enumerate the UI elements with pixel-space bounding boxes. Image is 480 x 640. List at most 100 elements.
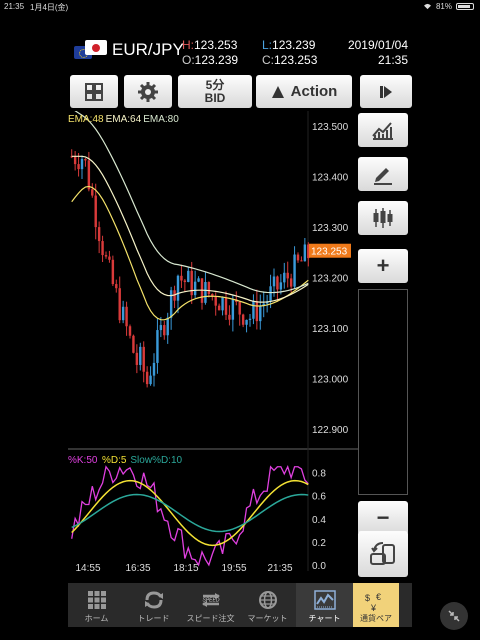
low-label: L: xyxy=(262,38,273,52)
candle-body xyxy=(77,164,80,170)
stoch-tick-label: 0.2 xyxy=(312,538,326,549)
stoch-tick-label: 0.4 xyxy=(312,515,326,526)
bottom-nav: ホーム トレード SPEED スピード注文 マーケット チャート $ € ¥ 通… xyxy=(68,583,412,627)
candle-body xyxy=(269,286,272,302)
candle-body xyxy=(259,306,262,322)
trade-arrows-icon xyxy=(144,591,163,609)
collapse-arrows-icon xyxy=(448,610,460,622)
price-axis: 123.500 123.400 123.300 123.200 123.100 123.0… xyxy=(312,122,349,436)
zoom-out-button[interactable]: − xyxy=(358,501,408,535)
candle-body xyxy=(204,281,207,303)
ema-legend: EMA:48 EMA:64 EMA:80 xyxy=(68,114,179,125)
candle-body xyxy=(142,346,145,372)
open-value: 123.239 xyxy=(194,53,239,67)
zoom-track[interactable] xyxy=(358,289,408,495)
candle-body xyxy=(224,297,228,315)
chart-type-button[interactable] xyxy=(358,201,408,235)
candle-body xyxy=(169,290,173,318)
candle-body xyxy=(132,335,135,353)
time-tick-label: 16:35 xyxy=(125,563,150,571)
currency-pair[interactable]: EUR/JPY xyxy=(74,40,184,60)
stoch-line xyxy=(71,493,309,533)
rotate-button[interactable] xyxy=(358,531,408,577)
time-tick-label: 19:55 xyxy=(221,563,246,571)
candle-body xyxy=(193,281,197,296)
candle-body xyxy=(245,319,248,325)
candle-body xyxy=(187,270,190,282)
candle-body xyxy=(293,254,296,287)
price-chart[interactable]: 123.500 123.400 123.300 123.200 123.100 123.0… xyxy=(68,111,358,571)
indicator-button[interactable] xyxy=(358,113,408,147)
play-button[interactable] xyxy=(360,75,412,108)
candle-body xyxy=(231,299,235,320)
candles xyxy=(70,149,310,388)
candle-body xyxy=(115,284,118,289)
home-grid-icon xyxy=(87,591,106,609)
price-tick-label: 123.000 xyxy=(312,374,349,385)
timeframe-button[interactable]: 5分 BID xyxy=(178,75,252,108)
candlestick-icon xyxy=(373,208,393,228)
high-label: H: xyxy=(182,38,194,52)
candle-body xyxy=(166,317,169,336)
candle-body xyxy=(197,278,200,282)
globe-icon xyxy=(258,591,277,609)
price-side-label: BID xyxy=(204,90,226,105)
candle-body xyxy=(303,244,307,262)
currency-pair-label: 通貨ペア xyxy=(360,614,392,623)
nav-home-label: ホーム xyxy=(84,614,109,623)
time-tick-label: 18:15 xyxy=(173,563,198,571)
candle-body xyxy=(176,275,180,301)
stoch-tick-label: 0.8 xyxy=(312,469,326,480)
candle-body xyxy=(289,278,293,287)
plus-icon: + xyxy=(376,253,390,278)
svg-text:SPEED: SPEED xyxy=(202,598,219,604)
zoom-in-button[interactable]: + xyxy=(358,249,408,283)
timeframe-label: 5分 xyxy=(205,77,225,92)
minus-icon: − xyxy=(376,505,390,530)
nav-chart[interactable]: チャート xyxy=(296,583,353,627)
candle-body xyxy=(156,330,159,363)
draw-tool-button[interactable] xyxy=(358,157,408,191)
battery-icon xyxy=(456,3,474,10)
candle-body xyxy=(121,306,125,321)
currency-pair-button[interactable]: $ € ¥ 通貨ペア xyxy=(353,583,399,627)
settings-button[interactable] xyxy=(124,75,172,108)
nav-market[interactable]: マーケット xyxy=(239,583,296,627)
candle-body xyxy=(228,314,231,320)
currency-icon: $ € ¥ xyxy=(365,592,381,613)
price-tick-label: 122.900 xyxy=(312,425,349,436)
ohlc-quotes: H:123.253 L:123.239 O:123.239 C:123.253 xyxy=(182,38,342,68)
candle-body xyxy=(272,276,276,287)
wifi-icon xyxy=(423,3,431,10)
layout-button[interactable] xyxy=(70,75,118,108)
pencil-icon xyxy=(374,168,392,185)
high-value: 123.253 xyxy=(194,38,238,52)
action-label: Action xyxy=(290,83,338,100)
candle-body xyxy=(296,254,300,261)
nav-home[interactable]: ホーム xyxy=(68,583,125,627)
nav-speed-order[interactable]: SPEED スピード注文 xyxy=(182,583,239,627)
action-button[interactable]: Action xyxy=(256,75,352,108)
nav-trade[interactable]: トレード xyxy=(125,583,182,627)
candle-body xyxy=(149,375,152,385)
candle-body xyxy=(207,281,211,295)
battery-percent: 81% xyxy=(435,2,452,11)
candle-body xyxy=(118,288,121,321)
gear-icon xyxy=(138,81,158,102)
status-time: 21:35 xyxy=(4,2,25,11)
close-value: 123.253 xyxy=(274,53,318,67)
collapse-button[interactable] xyxy=(440,602,468,630)
candle-body xyxy=(125,306,128,327)
candle-body xyxy=(214,296,217,306)
quote-datetime: 2019/01/04 21:35 xyxy=(348,38,408,68)
ema-label: EMA:48 xyxy=(68,114,104,125)
current-price-label: 123.253 xyxy=(311,247,348,258)
nav-market-label: マーケット xyxy=(247,614,288,623)
svg-text:$: $ xyxy=(365,593,370,603)
triangle-up-icon xyxy=(271,85,284,98)
candle-body xyxy=(163,325,166,336)
candle-body xyxy=(241,314,245,325)
stoch-axis: 0.8 0.6 0.4 0.2 0.0 xyxy=(312,469,326,571)
candle-body xyxy=(108,256,111,260)
ema-lines xyxy=(71,111,309,321)
